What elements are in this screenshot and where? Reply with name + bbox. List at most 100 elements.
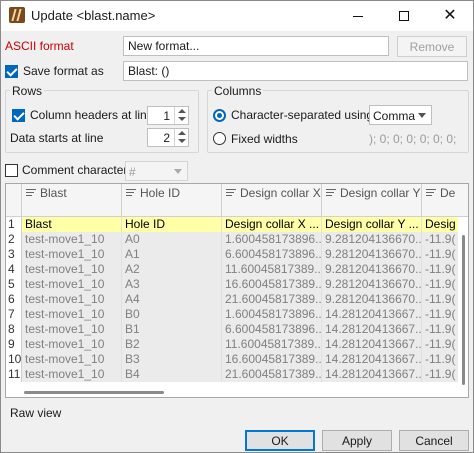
fixed-widths-field[interactable]: ); 0; 0; 0; 0; 0; 0; [369,132,465,146]
table-row[interactable]: 5 test-move1_10 A3 16.60045817389... 9.28120… [6,277,468,292]
table-cell: 14.28120413667... [322,307,422,322]
ok-button[interactable]: OK [245,430,315,451]
spinner-arrows[interactable] [174,107,188,124]
table-cell: test-move1_10 [22,292,122,307]
table-row[interactable]: 9 test-move1_10 B2 11.60045817389... 14.2812… [6,337,468,352]
separator-dropdown[interactable]: Comma [369,105,432,125]
chevron-down-icon [418,113,426,118]
row-number: 7 [6,307,22,322]
column-header[interactable]: Design collar X [222,184,322,217]
table-cell: 14.28120413667... [322,352,422,367]
row-number: 9 [6,337,22,352]
blast-app-icon [9,7,25,23]
table-cell: 9.281204136670... [322,277,422,292]
table-cell: A2 [122,262,222,277]
table-cell: 6.600458173896... [222,322,322,337]
table-cell: 14.28120413667... [322,322,422,337]
raw-view-link[interactable]: Raw view [10,406,61,420]
window-title: Update <blast.name> [31,8,156,23]
table-row[interactable]: 8 test-move1_10 B1 6.600458173896... 14.2812… [6,322,468,337]
row-number: 10 [6,352,22,367]
column-header[interactable]: Blast [22,184,122,217]
table-cell: 16.60045817389... [222,277,322,292]
scroll-thumb[interactable] [24,391,164,394]
table-cell: 6.600458173896... [222,247,322,262]
vertical-scrollbar[interactable] [458,217,468,397]
row-number: 4 [6,262,22,277]
save-format-field[interactable]: Blast: () [123,61,468,81]
close-button[interactable]: ✕ [427,1,473,31]
chevron-down-icon [174,169,182,174]
table-cell: A0 [122,232,222,247]
preview-table[interactable]: Blast Hole ID Design collar X Design col… [5,183,469,398]
table-cell: B3 [122,352,222,367]
separator-value: Comma [373,109,416,123]
header-data-row[interactable]: 1 Blast Hole ID Design collar X ... Design c… [6,217,468,232]
maximize-button[interactable] [381,1,427,31]
ascii-format-field[interactable]: New format... [123,36,389,56]
comment-char-checkbox[interactable] [5,164,18,177]
rows-group-title: Rows [10,84,45,98]
table-cell: B4 [122,367,222,382]
update-dialog: Update <blast.name> ✕ ASCII format New f… [0,0,474,453]
fixed-widths-label: Fixed widths [231,132,298,146]
data-starts-spinner[interactable]: 2 [147,128,189,147]
table-cell: test-move1_10 [22,307,122,322]
columns-group-title: Columns [212,84,264,98]
comment-char-dropdown[interactable]: # [125,161,188,181]
column-headers-spinner[interactable]: 1 [147,106,189,125]
save-format-checkbox[interactable] [5,65,18,78]
table-row[interactable]: 6 test-move1_10 A4 21.60045817389... 9.28120… [6,292,468,307]
table-cell: 9.281204136670... [322,247,422,262]
table-row[interactable]: 7 test-move1_10 B0 1.600458173896... 14.2812… [6,307,468,322]
table-cell: A4 [122,292,222,307]
sort-lines-icon [326,188,336,198]
table-cell: 1.600458173896... [222,232,322,247]
spinner-arrows[interactable] [174,129,188,146]
minimize-button[interactable] [335,1,381,31]
table-cell: test-move1_10 [22,247,122,262]
column-header[interactable]: Design collar Y [322,184,422,217]
row-number: 3 [6,247,22,262]
table-row[interactable]: 10 test-move1_10 B3 16.60045817389... 14.281… [6,352,468,367]
column-headers-label: Column headers at line [30,108,154,122]
char-separated-radio[interactable] [213,109,226,122]
column-headers-value: 1 [163,109,170,123]
row-number: 11 [6,367,22,382]
char-separated-label: Character-separated using [231,108,374,122]
comment-char-value: # [129,165,136,179]
table-cell: Blast [22,217,122,232]
table-row[interactable]: 11 test-move1_10 B4 21.60045817389... 14.281… [6,367,468,382]
data-starts-label: Data starts at line [10,131,104,145]
table-cell: test-move1_10 [22,367,122,382]
scroll-thumb[interactable] [462,235,465,385]
horizontal-scrollbar[interactable] [22,387,458,397]
remove-button[interactable]: Remove [397,36,467,57]
table-row[interactable]: 4 test-move1_10 A2 11.60045817389... 9.28120… [6,262,468,277]
sort-lines-icon [126,188,136,198]
column-headers-checkbox[interactable] [12,109,25,122]
table-cell: B1 [122,322,222,337]
table-cell: 16.60045817389... [222,352,322,367]
fixed-widths-radio[interactable] [213,132,226,145]
sort-lines-icon [226,188,236,198]
title-bar: Update <blast.name> ✕ [1,1,473,31]
table-cell: test-move1_10 [22,277,122,292]
table-cell: Design collar Y ... [322,217,422,232]
table-row[interactable]: 2 test-move1_10 A0 1.600458173896... 9.28120… [6,232,468,247]
data-starts-value: 2 [163,131,170,145]
table-cell: 21.60045817389... [222,292,322,307]
column-header[interactable]: Hole ID [122,184,222,217]
cancel-button[interactable]: Cancel [399,430,469,451]
row-number: 5 [6,277,22,292]
apply-button[interactable]: Apply [322,430,392,451]
column-header[interactable]: De [422,184,468,217]
table-cell: test-move1_10 [22,352,122,367]
table-cell: Hole ID [122,217,222,232]
close-icon: ✕ [443,7,457,24]
table-cell: test-move1_10 [22,322,122,337]
table-cell: A3 [122,277,222,292]
table-cell: test-move1_10 [22,262,122,277]
table-row[interactable]: 3 test-move1_10 A1 6.600458173896... 9.28120… [6,247,468,262]
table-cell: 9.281204136670... [322,262,422,277]
